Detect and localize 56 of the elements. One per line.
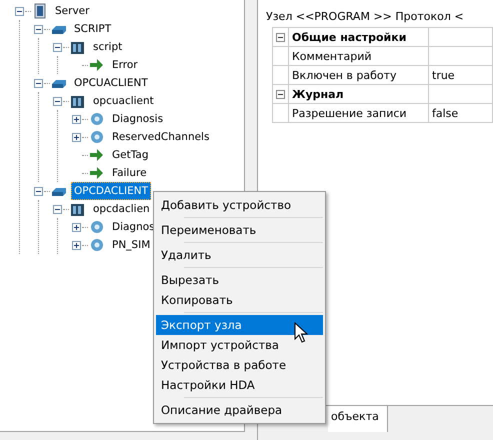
expand-icon[interactable] (72, 222, 81, 232)
tree-item[interactable]: Error (109, 56, 141, 74)
table-cell (429, 47, 493, 66)
collapse-icon[interactable] (53, 204, 62, 214)
property-name: Разрешение записи (289, 104, 429, 123)
category-name: Журнал (289, 85, 429, 104)
property-value[interactable]: true (429, 66, 493, 85)
tree-item[interactable]: OPCUACLIENT (71, 74, 151, 92)
collapse-icon[interactable] (53, 96, 62, 106)
server-icon (32, 3, 48, 19)
node-path: Узел <<PROGRAM >> Протокол < (265, 9, 465, 25)
collapse-icon[interactable] (34, 24, 43, 34)
tree-item[interactable]: Server (52, 2, 92, 20)
collapse-icon[interactable] (15, 6, 24, 16)
arrow-icon (89, 57, 105, 73)
expand-icon[interactable] (72, 240, 81, 250)
property-value[interactable]: false (429, 104, 493, 123)
property-name: Комментарий (289, 47, 429, 66)
collapse-icon[interactable] (53, 42, 62, 52)
menu-item[interactable]: Удалить (156, 245, 323, 265)
expand-icon[interactable] (72, 132, 81, 142)
tree-item[interactable]: OPCDACLIENT (71, 182, 152, 200)
tree-item[interactable]: ReservedChannels (109, 128, 212, 146)
collapse-icon[interactable] (34, 186, 43, 196)
cursor-icon (294, 322, 308, 344)
tree-item[interactable]: Diagnosis (109, 110, 166, 128)
menu-item[interactable]: Добавить устройство (156, 195, 323, 215)
tree-item[interactable]: script (90, 38, 126, 56)
arrow-icon (89, 147, 105, 163)
device-icon (70, 39, 86, 55)
menu-item[interactable]: Переименовать (156, 220, 323, 240)
tree-item[interactable]: PN_SIM (109, 236, 154, 254)
menu-item[interactable]: Вырезать (156, 270, 323, 290)
expand-icon[interactable] (72, 114, 81, 124)
tree-item[interactable]: SCRIPT (71, 20, 114, 38)
device-icon (70, 201, 86, 217)
menu-item[interactable]: Описание драйвера (156, 400, 323, 420)
collapse-icon[interactable] (276, 90, 285, 98)
menu-item[interactable]: Экспорт узла (156, 315, 323, 335)
tree-item[interactable]: Diagnos (109, 218, 158, 236)
collapse-icon[interactable] (34, 78, 43, 88)
tree-item[interactable]: opcuaclient (90, 92, 157, 110)
table-cell (429, 85, 493, 104)
menu-item[interactable]: Устройства в работе (156, 355, 323, 375)
tree-item[interactable]: GetTag (109, 146, 152, 164)
collapse-icon[interactable] (276, 32, 285, 42)
menu-item[interactable]: Копировать (156, 290, 323, 310)
tree-item[interactable]: opcdaclien (90, 200, 153, 218)
arrow-icon (89, 165, 105, 181)
tree-item[interactable]: Failure (109, 164, 150, 182)
menu-item[interactable]: Импорт устройства (156, 335, 323, 355)
category-name: Общие настройки (289, 28, 429, 47)
device-icon (70, 93, 86, 109)
property-name: Включен в работу (289, 66, 429, 85)
menu-item[interactable]: Настройки HDA (156, 375, 323, 395)
panel-tab[interactable]: объекта (328, 406, 388, 432)
